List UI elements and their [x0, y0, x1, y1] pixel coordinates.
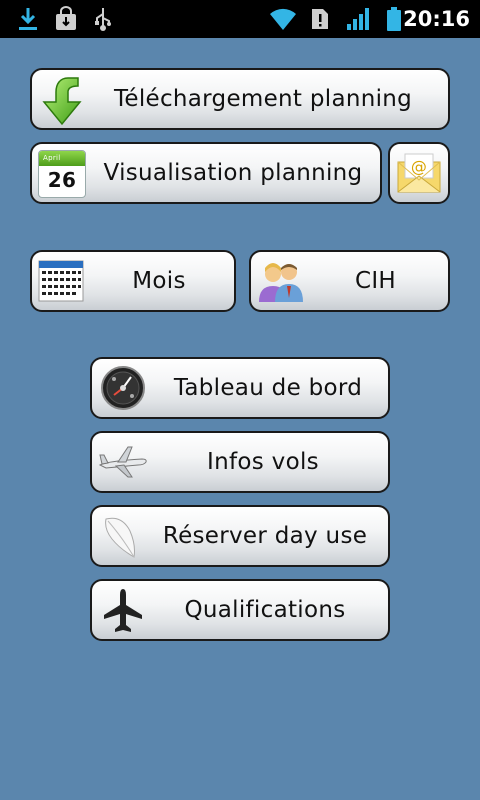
plane-silhouette-icon: [104, 589, 142, 632]
green-arrow-down-icon: [42, 77, 82, 126]
cih-label: CIH: [354, 268, 397, 294]
signal-icon: [347, 8, 369, 30]
status-bar: 20:16: [0, 0, 480, 38]
book-day-use-label: Réserver day use: [162, 523, 368, 549]
book-day-use-button[interactable]: Réserver day use: [90, 505, 390, 567]
dashboard-button[interactable]: Tableau de bord: [90, 357, 390, 419]
download-icon: [19, 8, 37, 30]
feather-icon: [105, 517, 135, 558]
calendar-day: 26: [47, 168, 77, 192]
month-button[interactable]: Mois: [30, 250, 236, 312]
download-planning-label: Téléchargement planning: [113, 86, 413, 112]
calendar-icon: April 26: [38, 150, 86, 198]
dashboard-gauge-icon: [101, 366, 145, 410]
calendar-month: April: [39, 151, 85, 166]
cih-button[interactable]: CIH: [249, 250, 450, 312]
battery-icon: [387, 7, 401, 31]
usb-icon: [95, 8, 111, 31]
view-planning-label: Visualisation planning: [103, 160, 363, 186]
svg-text:@: @: [411, 157, 427, 176]
month-label: Mois: [132, 268, 186, 294]
qualifications-button[interactable]: Qualifications: [90, 579, 390, 641]
clock: 20:16: [403, 7, 470, 31]
month-calendar-grid-icon: [38, 260, 84, 302]
people-icon: [259, 263, 303, 302]
alert-icon: [312, 9, 328, 29]
wifi-icon: [270, 8, 296, 30]
flight-info-label: Infos vols: [207, 449, 319, 475]
download-planning-button[interactable]: Téléchargement planning: [30, 68, 450, 130]
view-planning-button[interactable]: April 26 Visualisation planning: [30, 142, 382, 204]
store-icon: [56, 6, 76, 30]
email-button[interactable]: @: [388, 142, 450, 204]
email-envelope-icon: @: [397, 153, 441, 193]
qualifications-label: Qualifications: [184, 597, 346, 623]
flight-info-button[interactable]: Infos vols: [90, 431, 390, 493]
dashboard-label: Tableau de bord: [173, 375, 363, 401]
